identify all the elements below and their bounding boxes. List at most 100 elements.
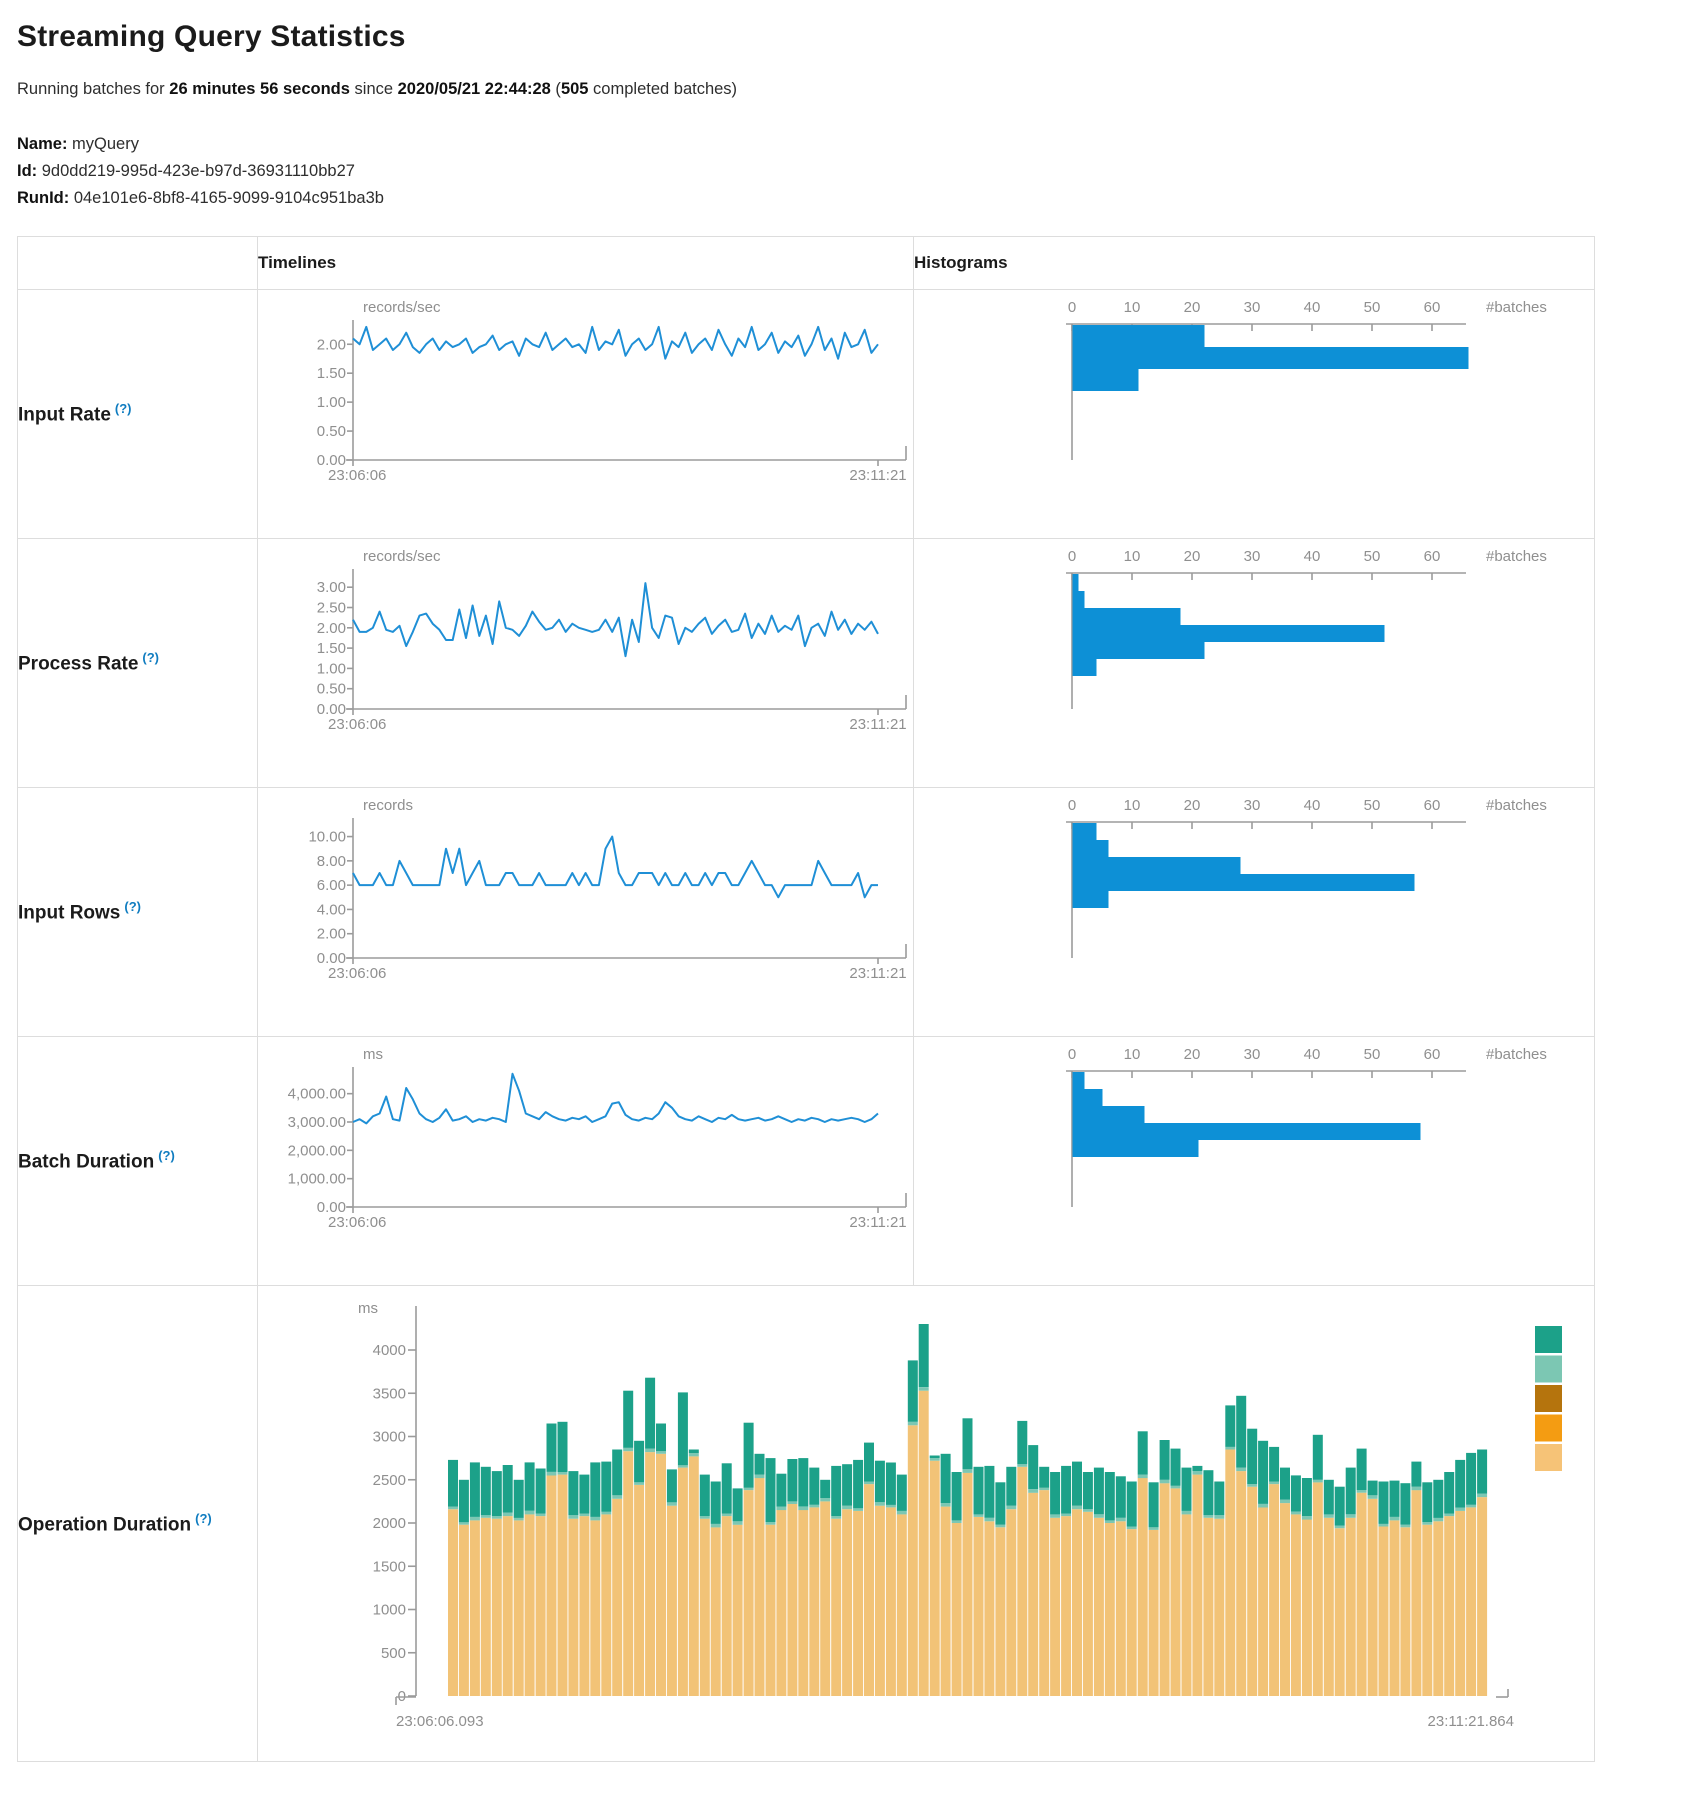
svg-text:3.00: 3.00 <box>317 579 346 596</box>
legend-swatch <box>1535 1444 1562 1471</box>
svg-text:1,000.00: 1,000.00 <box>288 1171 346 1188</box>
legend-swatch <box>1535 1415 1562 1442</box>
input-rate-timeline-chart: records/sec2.001.501.000.500.0023:06:062… <box>258 290 913 538</box>
svg-text:0.50: 0.50 <box>317 681 346 698</box>
svg-text:10: 10 <box>1124 299 1141 316</box>
help-icon[interactable]: (?) <box>142 650 159 665</box>
svg-text:20: 20 <box>1184 299 1201 316</box>
svg-text:23:06:06: 23:06:06 <box>328 716 386 733</box>
statistics-table: Timelines Histograms Input Rate (?) recor… <box>17 236 1595 1762</box>
running-batches-summary: Running batches for 26 minutes 56 second… <box>17 80 1693 99</box>
svg-text:50: 50 <box>1364 797 1381 814</box>
svg-text:23:11:21.864: 23:11:21.864 <box>1428 1713 1514 1730</box>
svg-text:#batches: #batches <box>1486 797 1547 814</box>
query-name-line: Name: myQuery <box>17 131 1693 158</box>
svg-text:10: 10 <box>1124 1046 1141 1063</box>
summary-text: Running batches for <box>17 80 169 98</box>
svg-text:40: 40 <box>1304 548 1321 565</box>
page-title: Streaming Query Statistics <box>17 20 1693 54</box>
input-rows-timeline-chart: records10.008.006.004.002.000.0023:06:06… <box>258 788 913 1036</box>
query-runid-line: RunId: 04e101e6-8bf8-4165-9099-9104c951b… <box>17 185 1693 212</box>
svg-text:1000: 1000 <box>373 1602 406 1619</box>
process-rate-histogram-chart: 0102030405060#batches <box>914 539 1594 787</box>
row-label-batch-duration: Batch Duration <box>18 1152 154 1173</box>
batch-duration-histogram-chart: 0102030405060#batches <box>914 1037 1594 1285</box>
svg-text:50: 50 <box>1364 299 1381 316</box>
svg-text:2.50: 2.50 <box>317 600 346 617</box>
svg-text:30: 30 <box>1244 797 1261 814</box>
svg-text:6.00: 6.00 <box>317 877 346 894</box>
svg-text:60: 60 <box>1424 299 1441 316</box>
svg-text:2.00: 2.00 <box>317 926 346 943</box>
svg-text:10.00: 10.00 <box>308 829 346 846</box>
svg-text:records/sec: records/sec <box>363 299 441 316</box>
svg-text:1.00: 1.00 <box>317 394 346 411</box>
table-header-row: Timelines Histograms <box>18 237 1595 290</box>
row-label-operation-duration: Operation Duration <box>18 1514 191 1535</box>
svg-text:23:11:21: 23:11:21 <box>849 965 906 982</box>
svg-text:3500: 3500 <box>373 1385 406 1402</box>
svg-text:0.50: 0.50 <box>317 423 346 440</box>
legend-swatch <box>1535 1356 1562 1383</box>
svg-text:1.50: 1.50 <box>317 640 346 657</box>
svg-text:23:11:21: 23:11:21 <box>849 467 906 484</box>
svg-text:0: 0 <box>1068 299 1076 316</box>
svg-text:50: 50 <box>1364 548 1381 565</box>
svg-text:10: 10 <box>1124 548 1141 565</box>
svg-text:2.00: 2.00 <box>317 620 346 637</box>
help-icon[interactable]: (?) <box>115 401 132 416</box>
svg-text:60: 60 <box>1424 797 1441 814</box>
svg-text:30: 30 <box>1244 548 1261 565</box>
svg-text:2.00: 2.00 <box>317 336 346 353</box>
svg-text:1500: 1500 <box>373 1558 406 1575</box>
svg-text:40: 40 <box>1304 797 1321 814</box>
svg-text:20: 20 <box>1184 1046 1201 1063</box>
svg-text:50: 50 <box>1364 1046 1381 1063</box>
svg-text:23:06:06: 23:06:06 <box>328 965 386 982</box>
svg-text:2500: 2500 <box>373 1472 406 1489</box>
row-label-input-rows: Input Rows <box>18 903 120 924</box>
svg-text:2,000.00: 2,000.00 <box>288 1142 346 1159</box>
svg-text:2000: 2000 <box>373 1515 406 1532</box>
svg-text:500: 500 <box>381 1645 406 1662</box>
svg-text:0: 0 <box>1068 797 1076 814</box>
svg-text:23:11:21: 23:11:21 <box>849 716 906 733</box>
svg-text:4.00: 4.00 <box>317 901 346 918</box>
batch-duration-row: Batch Duration(?) ms4,000.003,000.002,00… <box>18 1037 1595 1286</box>
empty-header-cell <box>18 237 258 290</box>
legend-swatch <box>1535 1326 1562 1353</box>
svg-text:#batches: #batches <box>1486 548 1547 565</box>
row-label-process-rate: Process Rate <box>18 654 138 675</box>
operation-duration-stacked-chart: ms4000350030002500200015001000500023:06:… <box>258 1286 1594 1761</box>
timelines-column-header: Timelines <box>258 237 914 290</box>
svg-text:4000: 4000 <box>373 1342 406 1359</box>
svg-text:20: 20 <box>1184 548 1201 565</box>
svg-text:10: 10 <box>1124 797 1141 814</box>
svg-text:23:06:06.093: 23:06:06.093 <box>396 1713 484 1730</box>
svg-text:60: 60 <box>1424 548 1441 565</box>
query-metadata: Name: myQuery Id: 9d0dd219-995d-423e-b97… <box>17 131 1693 212</box>
histograms-column-header: Histograms <box>914 237 1595 290</box>
help-icon[interactable]: (?) <box>195 1511 212 1526</box>
svg-text:23:06:06: 23:06:06 <box>328 467 386 484</box>
query-id-line: Id: 9d0dd219-995d-423e-b97d-36931110bb27 <box>17 158 1693 185</box>
process-rate-row: Process Rate(?) records/sec3.002.502.001… <box>18 539 1595 788</box>
batch-duration-timeline-chart: ms4,000.003,000.002,000.001,000.000.0023… <box>258 1037 913 1285</box>
process-rate-timeline-chart: records/sec3.002.502.001.501.000.500.002… <box>258 539 913 787</box>
page: Streaming Query Statistics Running batch… <box>0 0 1693 1762</box>
input-rate-row: Input Rate(?) records/sec2.001.501.000.5… <box>18 290 1595 539</box>
help-icon[interactable]: (?) <box>158 1148 175 1163</box>
svg-text:4,000.00: 4,000.00 <box>288 1086 346 1103</box>
row-label-input-rate: Input Rate <box>18 405 111 426</box>
svg-text:3,000.00: 3,000.00 <box>288 1114 346 1131</box>
help-icon[interactable]: (?) <box>124 899 141 914</box>
svg-text:ms: ms <box>358 1300 378 1317</box>
svg-text:records: records <box>363 797 413 814</box>
svg-text:1.00: 1.00 <box>317 660 346 677</box>
svg-text:#batches: #batches <box>1486 1046 1547 1063</box>
input-rate-histogram-chart: 0102030405060#batches <box>914 290 1594 538</box>
svg-text:23:11:21: 23:11:21 <box>849 1214 906 1231</box>
duration-value: 26 minutes 56 seconds <box>169 80 350 98</box>
legend-swatch <box>1535 1385 1562 1412</box>
completed-batches-count: 505 <box>561 80 589 98</box>
